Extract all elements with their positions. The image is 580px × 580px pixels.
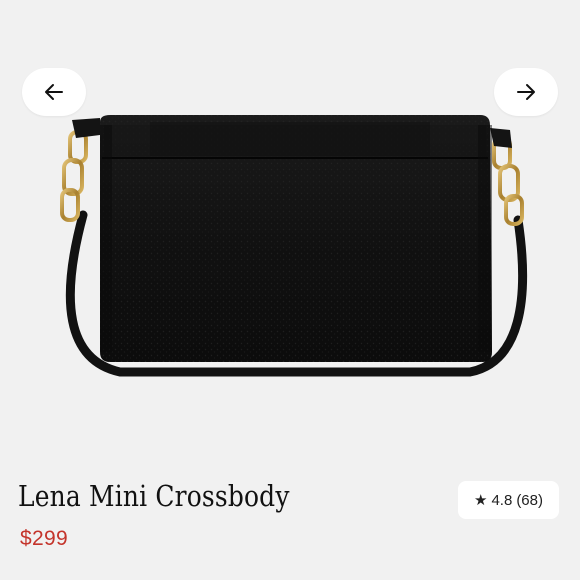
arrow-left-icon xyxy=(45,84,63,100)
product-image-carousel xyxy=(0,0,580,470)
arrow-right-icon xyxy=(517,84,535,100)
product-card: Lena Mini Crossbody ★ 4.8 (68) $299 xyxy=(0,0,580,580)
rating-count: (68) xyxy=(516,491,543,509)
right-chain xyxy=(492,136,524,226)
next-image-button[interactable] xyxy=(494,68,558,116)
rating-value: 4.8 xyxy=(491,491,513,509)
star-icon: ★ xyxy=(474,491,488,509)
left-chain xyxy=(60,130,88,222)
product-title[interactable]: Lena Mini Crossbody xyxy=(18,479,290,513)
rating-badge[interactable]: ★ 4.8 (68) xyxy=(458,481,559,519)
previous-image-button[interactable] xyxy=(22,68,86,116)
product-image xyxy=(60,115,528,377)
product-price: $299 xyxy=(20,527,68,550)
